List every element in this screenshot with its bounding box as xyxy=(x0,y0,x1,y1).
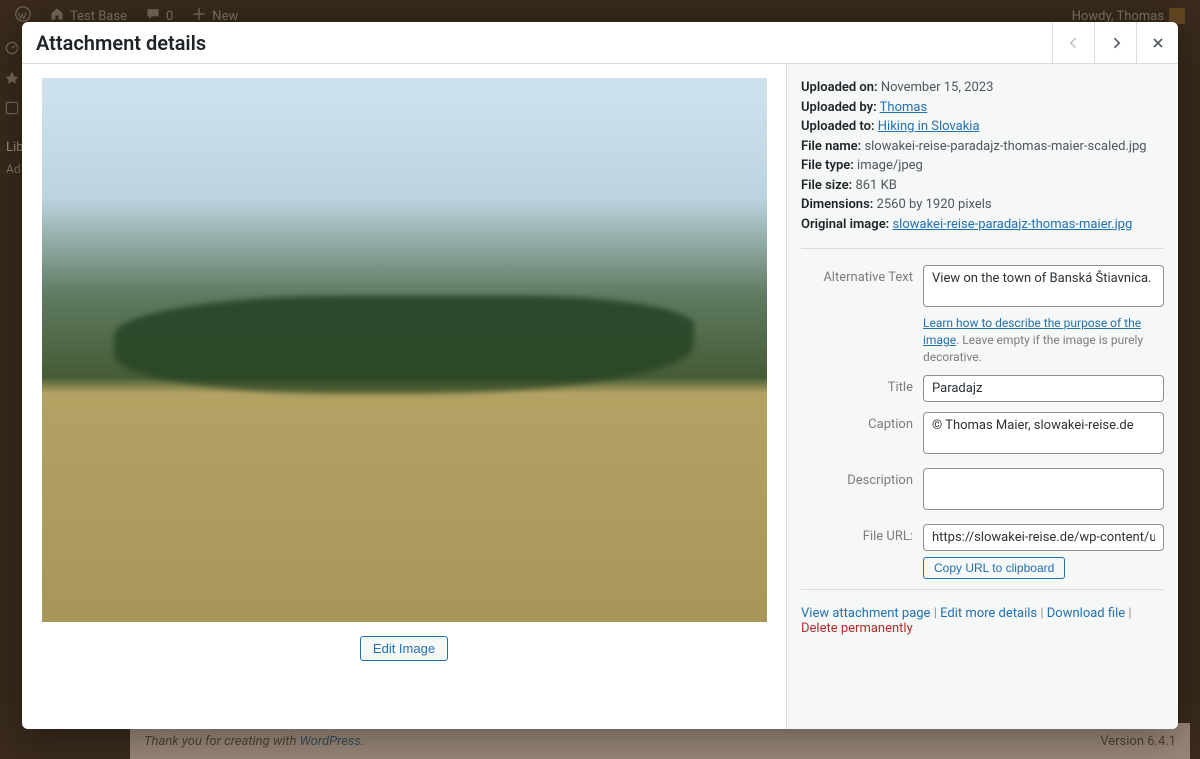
alt-text-hint: Learn how to describe the purpose of the… xyxy=(923,315,1164,365)
alt-text-label: Alternative Text xyxy=(801,265,923,365)
caption-input[interactable] xyxy=(923,412,1164,454)
attachment-info-sidebar: Uploaded on: November 15, 2023 Uploaded … xyxy=(786,64,1178,729)
next-button[interactable] xyxy=(1094,22,1136,64)
setting-title: Title xyxy=(801,375,1164,402)
edit-image-button[interactable]: Edit Image xyxy=(360,636,448,661)
title-input[interactable] xyxy=(923,375,1164,402)
file-type-label: File type: xyxy=(801,158,854,173)
file-url-label: File URL: xyxy=(801,524,923,579)
modal-header: Attachment details xyxy=(22,22,1178,64)
download-file-link[interactable]: Download file xyxy=(1047,606,1125,621)
attachment-image-preview[interactable] xyxy=(42,78,767,622)
original-image-label: Original image: xyxy=(801,217,889,232)
uploaded-by-label: Uploaded by: xyxy=(801,100,877,115)
attachment-details-modal: Attachment details Edit Image Uploaded o… xyxy=(22,22,1178,729)
uploaded-by-link[interactable]: Thomas xyxy=(880,100,928,115)
setting-description: Description xyxy=(801,468,1164,514)
original-image-link[interactable]: slowakei-reise-paradajz-thomas-maier.jpg xyxy=(892,217,1132,232)
delete-permanently-link[interactable]: Delete permanently xyxy=(801,621,913,636)
file-size-label: File size: xyxy=(801,178,852,193)
attachment-actions: View attachment page | Edit more details… xyxy=(801,606,1164,636)
caption-label: Caption xyxy=(801,412,923,458)
setting-alt-text: Alternative Text Learn how to describe t… xyxy=(801,265,1164,365)
attachment-meta: Uploaded on: November 15, 2023 Uploaded … xyxy=(801,78,1164,234)
file-name-value: slowakei-reise-paradajz-thomas-maier-sca… xyxy=(864,139,1146,154)
alt-text-input[interactable] xyxy=(923,265,1164,307)
uploaded-on-value: November 15, 2023 xyxy=(881,80,994,95)
divider xyxy=(801,248,1164,249)
file-size-value: 861 KB xyxy=(855,178,896,193)
close-icon xyxy=(1150,35,1166,51)
dimensions-label: Dimensions: xyxy=(801,197,873,212)
view-attachment-link[interactable]: View attachment page xyxy=(801,606,930,621)
divider xyxy=(801,589,1164,590)
chevron-left-icon xyxy=(1066,35,1082,51)
setting-file-url: File URL: Copy URL to clipboard xyxy=(801,524,1164,579)
close-button[interactable] xyxy=(1136,22,1178,64)
description-label: Description xyxy=(801,468,923,514)
modal-title: Attachment details xyxy=(22,31,206,55)
modal-header-buttons xyxy=(1052,22,1178,63)
file-name-label: File name: xyxy=(801,139,861,154)
description-input[interactable] xyxy=(923,468,1164,510)
copy-url-button[interactable]: Copy URL to clipboard xyxy=(923,557,1065,579)
file-type-value: image/jpeg xyxy=(857,158,923,173)
uploaded-to-label: Uploaded to: xyxy=(801,119,875,134)
attachment-media-view: Edit Image xyxy=(22,64,786,729)
modal-body: Edit Image Uploaded on: November 15, 202… xyxy=(22,64,1178,729)
uploaded-to-link[interactable]: Hiking in Slovakia xyxy=(878,119,980,134)
title-label: Title xyxy=(801,375,923,402)
prev-button xyxy=(1052,22,1094,64)
edit-more-details-link[interactable]: Edit more details xyxy=(940,606,1037,621)
chevron-right-icon xyxy=(1108,35,1124,51)
dimensions-value: 2560 by 1920 pixels xyxy=(877,197,992,212)
setting-caption: Caption xyxy=(801,412,1164,458)
file-url-input[interactable] xyxy=(923,524,1164,551)
uploaded-on-label: Uploaded on: xyxy=(801,80,878,95)
